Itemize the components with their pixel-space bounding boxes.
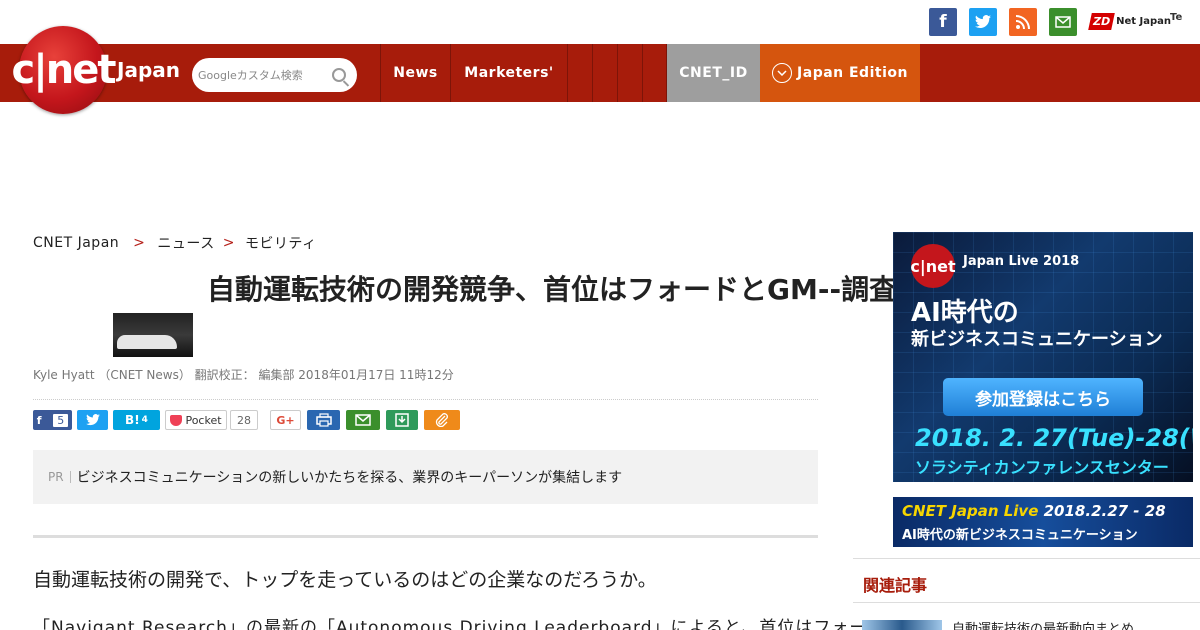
pr-label: PR — [48, 471, 71, 483]
pr-banner[interactable]: PR ビジネスコミュニケーションの新しいかたちを探る、業界のキーパーソンが集結し… — [33, 450, 818, 504]
ad-event-venue: ソラシティカンファレンスセンター — [915, 458, 1169, 477]
nav-marketers[interactable]: Marketers' — [450, 44, 567, 102]
breadcrumb-separator: > — [222, 235, 235, 251]
zdnet-badge: ZD — [1088, 12, 1115, 30]
article-thumbnail — [113, 313, 193, 357]
zdnet-japan-logo[interactable]: ZD Net Japan — [1088, 10, 1172, 32]
top-utility-bar: f ZD Net Japan Te — [0, 0, 1200, 44]
search-input[interactable] — [198, 68, 328, 82]
paperclip-icon — [435, 413, 448, 427]
print-button[interactable] — [307, 410, 340, 430]
nav-cnet-id[interactable]: CNET_ID — [667, 44, 760, 102]
pocket-share-count: 28 — [230, 410, 258, 430]
divider — [853, 558, 1200, 559]
ad-subheadline: 新ビジネスコミュニケーション — [911, 329, 1163, 350]
breadcrumb-news[interactable]: ニュース — [157, 233, 214, 253]
ad-strip-dates: 2018.2.27 - 28 — [1043, 502, 1166, 520]
twitter-icon[interactable] — [969, 8, 997, 36]
clip-button[interactable] — [424, 410, 460, 430]
pr-text[interactable]: ビジネスコミュニケーションの新しいかたちを探る、業界のキーパーソンが集結します — [77, 467, 623, 487]
email-share-button[interactable] — [346, 410, 380, 430]
print-icon — [315, 413, 332, 427]
rss-icon[interactable] — [1009, 8, 1037, 36]
ad-strip-title: CNET Japan Live 2018.2.27 - 28 — [902, 502, 1166, 520]
event-ad-banner[interactable]: c|net Japan Live 2018 AI時代の 新ビジネスコミュニケーシ… — [893, 232, 1193, 482]
cnet-logo[interactable]: c|net — [11, 26, 117, 114]
facebook-icon: f — [36, 413, 42, 427]
breadcrumb-home[interactable]: CNET Japan — [33, 235, 119, 251]
ad-event-date: 2018. 2. 27(Tue)-28(Wed) — [915, 424, 1193, 452]
techrepublic-logo[interactable]: Te — [1170, 12, 1182, 23]
search-icon[interactable] — [332, 68, 346, 82]
related-thumbnail[interactable] — [862, 620, 942, 630]
ad-event-name: Japan Live 2018 — [963, 254, 1080, 269]
download-icon — [395, 413, 409, 427]
mail-icon — [355, 414, 371, 426]
ad-headline: AI時代の — [911, 298, 1019, 328]
hatena-share-count: 4 — [141, 415, 148, 425]
nav-news[interactable]: News — [380, 44, 450, 102]
hatena-icon: B! — [125, 413, 140, 427]
share-hatena-button[interactable]: B! 4 — [113, 410, 160, 430]
facebook-icon[interactable]: f — [929, 8, 957, 36]
nav-japan-edition[interactable]: Japan Edition — [760, 44, 920, 102]
nav-item-2[interactable] — [592, 44, 617, 102]
divider — [33, 535, 818, 538]
car-image — [117, 335, 177, 349]
cnet-logo: c|net — [910, 244, 956, 288]
article-byline: Kyle Hyatt （CNET News） 翻訳校正： 編集部 2018年01… — [33, 368, 454, 382]
article-title: 自動運転技術の開発競争、首位はフォードとGM--調査会社 — [207, 273, 954, 306]
article-paragraph: 「Navigant Research」の最新の「Autonomous Drivi… — [33, 618, 886, 630]
divider — [853, 602, 1200, 603]
pocket-icon — [170, 414, 183, 426]
save-button[interactable] — [386, 410, 418, 430]
article-lead: 自動運転技術の開発で、トップを走っているのはどの企業なのだろうか。 — [33, 569, 657, 591]
search-box — [192, 58, 357, 92]
nav-item-1[interactable] — [567, 44, 592, 102]
pocket-label: Pocket — [185, 413, 222, 427]
share-twitter-button[interactable] — [77, 410, 108, 430]
mail-icon[interactable] — [1049, 8, 1077, 36]
register-button[interactable]: 参加登録はこちら — [943, 378, 1143, 416]
cnet-logo-text: c|net — [11, 47, 116, 93]
divider — [33, 399, 818, 400]
chevron-down-icon — [772, 63, 793, 83]
nav-japan-edition-label: Japan Edition — [797, 65, 908, 81]
logo-japan-label[interactable]: Japan — [117, 58, 180, 82]
related-article-link[interactable]: 自動運転技術の最新動向まとめ — [952, 618, 1134, 630]
zdnet-text: Net Japan — [1116, 15, 1172, 27]
twitter-icon — [85, 414, 100, 426]
share-facebook-button[interactable]: f 5 — [33, 410, 72, 430]
nav-item-3[interactable] — [617, 44, 642, 102]
ad-strip-brand: CNET Japan Live — [902, 502, 1039, 520]
breadcrumb: CNET Japan > ニュース > モビリティ — [33, 233, 317, 253]
event-ad-strip[interactable]: CNET Japan Live 2018.2.27 - 28 AI時代の新ビジネ… — [893, 497, 1193, 547]
share-pocket-button[interactable]: Pocket — [165, 410, 227, 430]
sidebar-heading: 関連記事 — [863, 576, 928, 595]
facebook-share-count: 5 — [53, 413, 69, 427]
breadcrumb-separator: > — [133, 235, 146, 251]
nav-item-4[interactable] — [642, 44, 667, 102]
share-google-plus-button[interactable]: G+ — [270, 410, 301, 430]
ad-strip-tagline: AI時代の新ビジネスコミュニケーション — [902, 528, 1138, 543]
breadcrumb-mobility[interactable]: モビリティ — [245, 233, 317, 253]
